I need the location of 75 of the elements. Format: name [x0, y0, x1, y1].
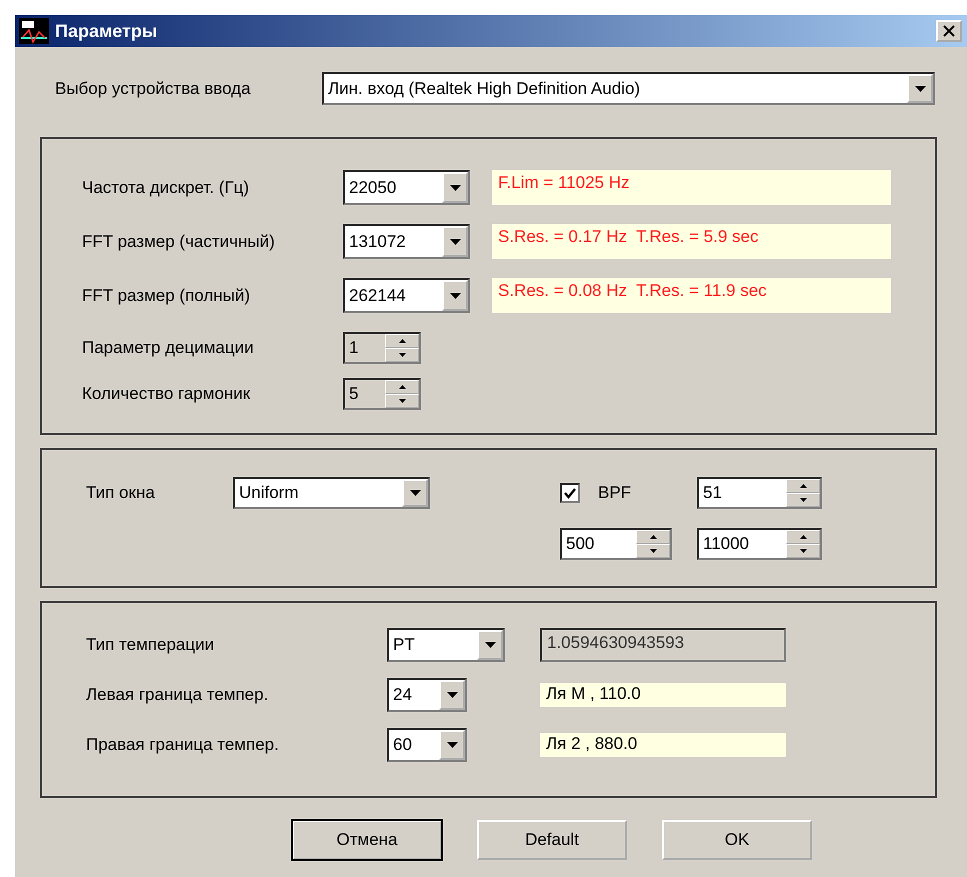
spin-box[interactable]: 51 — [697, 477, 822, 509]
field-label: FFT размер (частичный) — [82, 232, 276, 252]
up-arrow-icon — [398, 385, 406, 389]
up-arrow-icon — [398, 339, 406, 343]
down-arrow-icon — [800, 549, 806, 553]
close-icon — [943, 25, 955, 37]
caret-icon — [450, 184, 460, 190]
spin-up-button[interactable] — [636, 530, 670, 544]
checkbox-label: BPF — [598, 483, 632, 503]
caret-icon — [446, 742, 458, 748]
app-icon — [19, 18, 49, 44]
caret-icon — [484, 642, 496, 648]
dropdown[interactable]: 262144 — [343, 278, 470, 313]
dropdown-arrow-button[interactable] — [442, 172, 468, 203]
field-label: Левая граница темпер. — [86, 685, 270, 705]
spin-up-button[interactable] — [385, 334, 419, 348]
dropdown-arrow-button[interactable] — [907, 74, 933, 103]
field-label: Частота дискрет. (Гц) — [82, 178, 250, 198]
dropdown[interactable]: 24 — [387, 678, 467, 712]
check-icon — [564, 488, 576, 498]
field-label: Тип окна — [86, 483, 156, 503]
readonly-field: 1.0594630943593 — [540, 628, 786, 662]
info-box: S.Res. = 0.08 Hz T.Res. = 11.9 sec — [492, 278, 891, 313]
spin-box[interactable]: 1 — [343, 332, 421, 364]
caret-icon — [446, 692, 458, 698]
field-label: Выбор устройства ввода — [55, 78, 252, 98]
spin-box[interactable]: 5 — [343, 378, 421, 410]
dropdown-arrow-button[interactable] — [439, 730, 465, 760]
spin-down-button[interactable] — [385, 348, 419, 362]
spin-box[interactable]: 11000 — [697, 528, 822, 560]
close-button[interactable] — [936, 20, 962, 42]
field-label: Тип темперации — [86, 635, 216, 655]
spin-down-button[interactable] — [385, 394, 419, 408]
spin-down-button[interactable] — [636, 544, 670, 558]
dropdown[interactable]: 131072 — [343, 224, 470, 259]
spin-down-button[interactable] — [786, 493, 820, 507]
info-box: S.Res. = 0.17 Hz T.Res. = 5.9 sec — [492, 224, 891, 259]
spin-up-button[interactable] — [786, 530, 820, 544]
field-label: Параметр децимации — [82, 338, 255, 358]
dropdown[interactable]: PT — [387, 628, 505, 662]
dropdown[interactable]: 60 — [387, 728, 467, 762]
info-box: Ля М , 110.0 — [540, 683, 786, 707]
caret-icon — [450, 292, 460, 298]
field-label: FFT размер (полный) — [82, 286, 252, 306]
dropdown-arrow-button[interactable] — [402, 479, 428, 507]
window-title: Параметры — [55, 20, 158, 42]
dialog-button[interactable]: Отмена — [292, 820, 442, 860]
dropdown-arrow-button[interactable] — [442, 226, 468, 257]
dialog-button[interactable]: OK — [662, 820, 812, 860]
up-arrow-icon — [800, 484, 806, 488]
dropdown-arrow-button[interactable] — [477, 630, 503, 660]
info-box: Ля 2 , 880.0 — [540, 733, 786, 757]
dropdown-arrow-button[interactable] — [442, 280, 468, 311]
down-arrow-icon — [398, 399, 406, 403]
down-arrow-icon — [800, 498, 806, 502]
field-label: Количество гармоник — [82, 384, 252, 404]
info-box: F.Lim = 11025 Hz — [492, 170, 891, 205]
dialog-button[interactable]: Default — [477, 820, 627, 860]
checkbox[interactable] — [560, 483, 580, 503]
caret-icon — [914, 86, 926, 92]
up-arrow-icon — [650, 535, 656, 539]
up-arrow-icon — [800, 535, 806, 539]
device-dropdown[interactable]: Лин. вход (Realtek High Definition Audio) — [322, 72, 935, 105]
spin-up-button[interactable] — [385, 380, 419, 394]
dropdown-arrow-button[interactable] — [439, 680, 465, 710]
down-arrow-icon — [398, 353, 406, 357]
caret-icon — [410, 490, 420, 496]
field-label: Правая граница темпер. — [86, 735, 280, 755]
caret-icon — [450, 238, 460, 244]
dropdown[interactable]: 22050 — [343, 170, 470, 205]
spin-box[interactable]: 500 — [560, 528, 672, 560]
dropdown[interactable]: Uniform — [233, 477, 430, 509]
down-arrow-icon — [650, 549, 656, 553]
spin-down-button[interactable] — [786, 544, 820, 558]
spin-up-button[interactable] — [786, 479, 820, 493]
